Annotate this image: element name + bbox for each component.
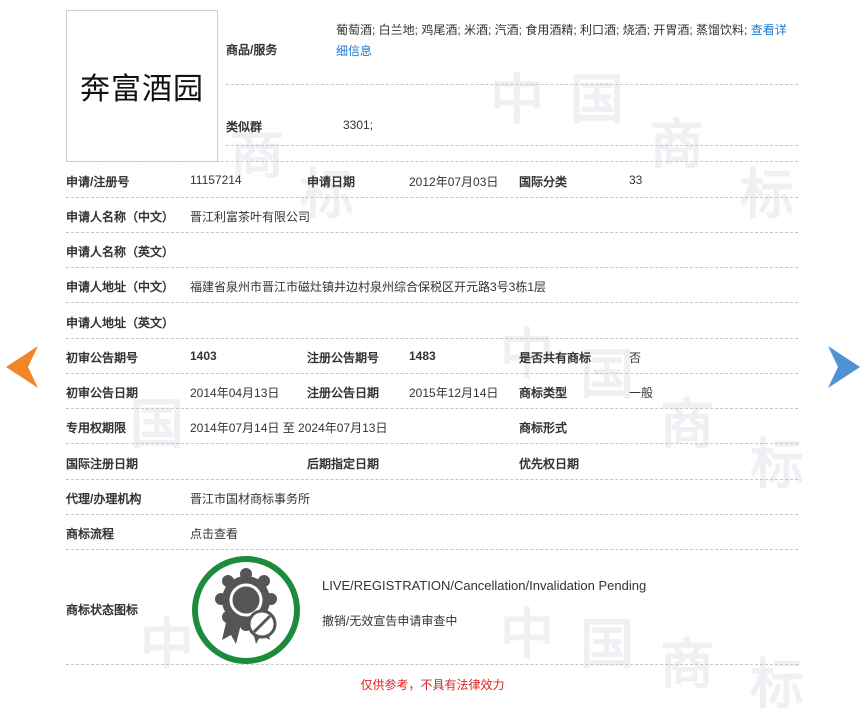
status-badge [192, 556, 300, 664]
divider [66, 197, 798, 198]
applicant-name-en-label: 申请人名称（英文） [66, 245, 175, 259]
watermark-char: 国 [570, 68, 624, 131]
intl-reg-label: 国际注册日期 [66, 457, 139, 471]
watermark-char: 中 [500, 603, 554, 666]
similar-group-value: 3301; [343, 118, 374, 132]
watermark-char: 中 [140, 613, 194, 676]
reg-no-label: 申请/注册号 [66, 175, 130, 189]
app-date-value: 2012年07月03日 [409, 175, 499, 189]
divider [66, 549, 798, 550]
applicant-name-cn-value: 晋江利富茶叶有限公司 [190, 210, 311, 224]
divider [66, 232, 798, 233]
divider [66, 514, 798, 515]
status-en: LIVE/REGISTRATION/Cancellation/Invalidat… [322, 578, 647, 593]
later-date-label: 后期指定日期 [307, 457, 380, 471]
watermark-char: 中 [490, 68, 544, 131]
watermark-char: 国 [580, 343, 634, 406]
divider [66, 338, 798, 339]
app-date-label: 申请日期 [307, 175, 356, 189]
watermark-char: 国 [130, 393, 184, 456]
goods-label: 商品/服务 [226, 43, 278, 57]
status-label: 商标状态图标 [66, 603, 139, 617]
goods-text: 葡萄酒; 白兰地; 鸡尾酒; 米酒; 汽酒; 食用酒精; 利口酒; 烧酒; 开胃… [336, 20, 791, 62]
divider [66, 408, 798, 409]
prelim-no-label: 初审公告期号 [66, 351, 139, 365]
prelim-date-label: 初审公告日期 [66, 386, 139, 400]
chevron-left-icon [6, 346, 38, 388]
similar-group-label: 类似群 [226, 120, 263, 134]
prelim-no-value: 1403 [190, 349, 217, 363]
tm-form-label: 商标形式 [519, 421, 568, 435]
disclaimer: 仅供参考，不具有法律效力 [360, 678, 505, 692]
prelim-date-value: 2014年04月13日 [190, 386, 280, 400]
applicant-addr-en-label: 申请人地址（英文） [66, 316, 175, 330]
applicant-addr-cn-label: 申请人地址（中文） [66, 280, 175, 294]
reg-pub-no-label: 注册公告期号 [307, 351, 380, 365]
exclusive-value: 2014年07月14日 至 2024年07月13日 [190, 421, 388, 435]
divider [226, 145, 798, 146]
intl-class-value: 33 [629, 173, 643, 187]
tm-type-label: 商标类型 [519, 386, 568, 400]
divider [66, 267, 798, 268]
chevron-right-icon [828, 346, 860, 388]
divider [66, 664, 798, 665]
goods-list: 葡萄酒; 白兰地; 鸡尾酒; 米酒; 汽酒; 食用酒精; 利口酒; 烧酒; 开胃… [336, 23, 748, 37]
tm-type-value: 一般 [629, 386, 654, 400]
priority-label: 优先权日期 [519, 457, 580, 471]
exclusive-label: 专用权期限 [66, 421, 127, 435]
divider [66, 373, 798, 374]
watermark-char: 商 [650, 113, 704, 176]
applicant-addr-cn-value: 福建省泉州市晋江市磁灶镇井边村泉州综合保税区开元路3号3栋1层 [190, 280, 547, 294]
trademark-name: 奔富酒园 [80, 72, 204, 107]
prev-arrow[interactable] [6, 346, 40, 388]
watermark-char: 商 [660, 393, 714, 456]
watermark-char: 标 [750, 433, 804, 496]
watermark-char: 国 [580, 613, 634, 676]
reg-no-value: 11157214 [190, 173, 242, 187]
divider [226, 84, 798, 85]
view-process-link[interactable]: 点击查看 [190, 525, 238, 542]
shared-label: 是否共有商标 [519, 351, 592, 365]
agent-label: 代理/办理机构 [66, 492, 142, 506]
next-arrow[interactable] [826, 346, 860, 388]
divider [66, 443, 798, 444]
process-label: 商标流程 [66, 527, 115, 541]
divider [66, 161, 798, 162]
reg-date-label: 注册公告日期 [307, 386, 380, 400]
trademark-image: 奔富酒园 [66, 10, 218, 162]
intl-class-label: 国际分类 [519, 175, 568, 189]
applicant-name-cn-label: 申请人名称（中文） [66, 210, 175, 224]
status-cn: 撤销/无效宣告申请审查中 [322, 614, 458, 628]
shared-value: 否 [629, 351, 642, 365]
reg-date-value: 2015年12月14日 [409, 386, 499, 400]
reg-pub-no-value: 1483 [409, 349, 436, 363]
cancelled-seal-icon [215, 568, 277, 644]
divider [66, 479, 798, 480]
divider [66, 302, 798, 303]
agent-value: 晋江市国材商标事务所 [190, 492, 311, 506]
